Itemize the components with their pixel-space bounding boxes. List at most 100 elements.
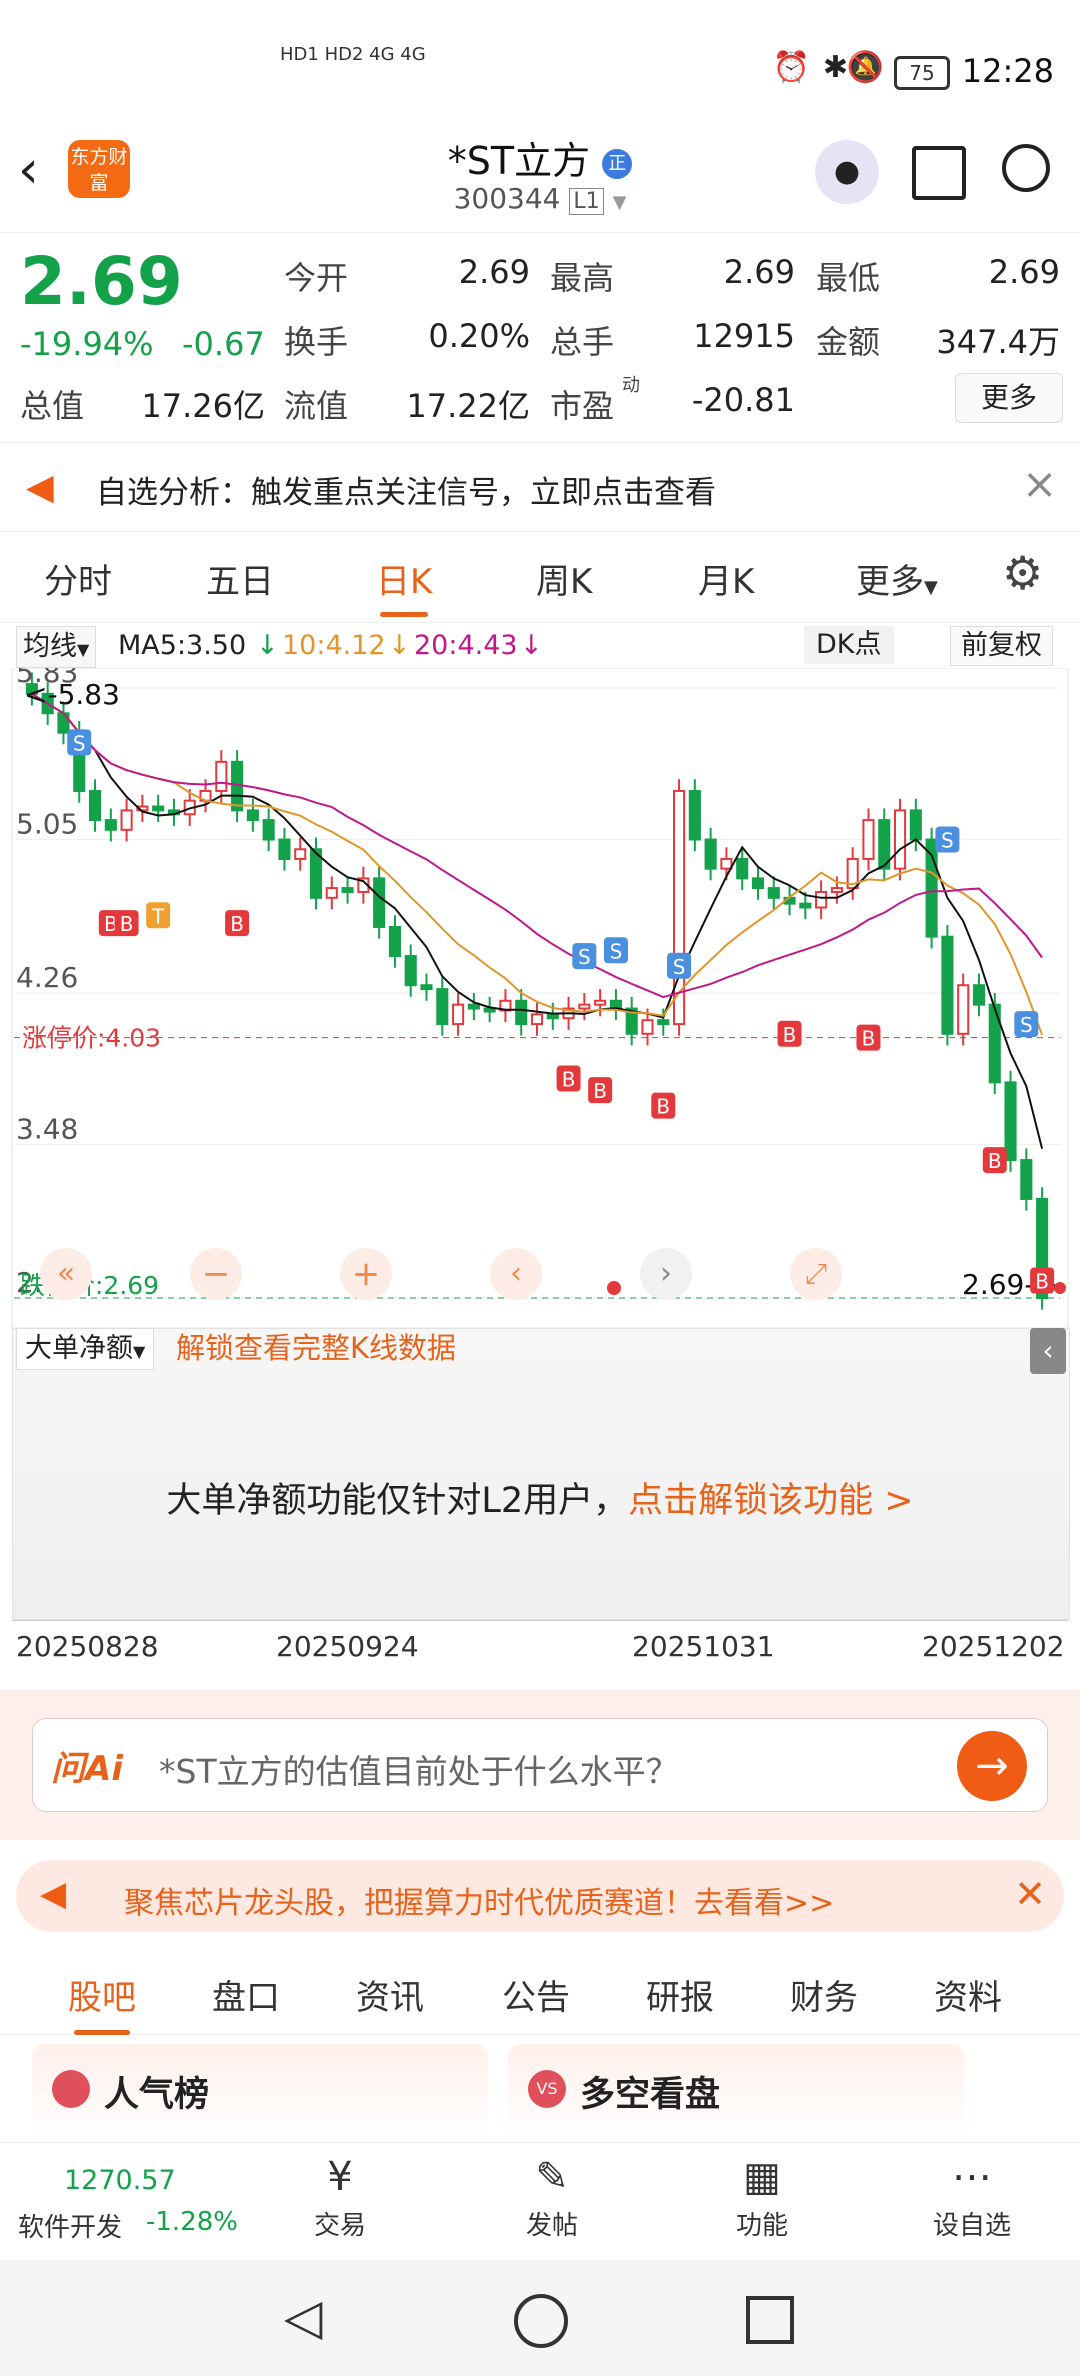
- candle-body: [815, 890, 828, 909]
- collapse-arrow-icon[interactable]: ‹: [1030, 1328, 1066, 1374]
- notice-bar[interactable]: ◀ 自选分析：触发重点关注信号，立即点击查看 ×: [0, 442, 1080, 532]
- add-watchlist-label: 设自选: [932, 2211, 1011, 2241]
- date-label: 20250924: [276, 1630, 419, 1663]
- candle-body: [767, 887, 780, 899]
- date-axis: [12, 1620, 1068, 1629]
- tab-research[interactable]: 研报: [646, 1970, 714, 2019]
- indicator-select[interactable]: 大单净额▼: [16, 1328, 155, 1370]
- dk-point-button[interactable]: DK点: [804, 626, 894, 664]
- robot-avatar-icon[interactable]: ●: [815, 140, 879, 204]
- signal-label: B: [988, 1149, 1002, 1173]
- value-market-cap: 17.26亿: [141, 387, 265, 425]
- search-icon[interactable]: [1002, 144, 1050, 192]
- candle-body: [341, 887, 354, 893]
- tab-five-day[interactable]: 五日: [206, 554, 274, 603]
- gear-icon[interactable]: ⚙: [1002, 546, 1043, 600]
- function-label: 功能: [735, 2211, 788, 2241]
- signal-label: S: [941, 829, 954, 853]
- tab-pankou[interactable]: 盘口: [212, 1970, 280, 2019]
- ma20-label: 20:4.43: [414, 630, 518, 661]
- limit-up-label: 涨停价:4.03: [22, 1024, 161, 1053]
- candlestick-chart[interactable]: 5.835.054.263.482.69涨停价:4.03跌停价:2.69<-5.…: [0, 668, 1080, 1328]
- value-amount: 347.4万: [936, 323, 1060, 361]
- candle-body: [120, 809, 133, 831]
- signal-label: S: [73, 731, 86, 755]
- tab-monthly-k[interactable]: 月K: [698, 554, 754, 603]
- edit-icon: ✎: [535, 2154, 569, 2200]
- function-button[interactable]: ▦ 功能: [692, 2149, 832, 2242]
- prev-icon[interactable]: ‹: [490, 1248, 542, 1300]
- y-tick-label: 3.48: [16, 1113, 78, 1146]
- zoom-in-icon[interactable]: +: [340, 1248, 392, 1300]
- share-icon[interactable]: [912, 146, 966, 200]
- ask-ai-input[interactable]: 问Ai *ST立方的估值目前处于什么水平？ →: [32, 1718, 1048, 1812]
- ma-select[interactable]: 均线▼: [16, 626, 97, 668]
- speaker-icon: ◀: [26, 467, 54, 508]
- signal-label: B: [656, 1095, 670, 1119]
- ma10-arrow-icon: ↓: [388, 630, 411, 661]
- y-tick-label: 4.26: [16, 961, 78, 994]
- tab-daily-k[interactable]: 日K: [376, 554, 432, 617]
- signal-label: S: [578, 945, 591, 969]
- l2-message: 大单净额功能仅针对L2用户，点击解锁该功能 >: [0, 1472, 1080, 1523]
- trade-label: 交易: [313, 2211, 366, 2241]
- close-icon[interactable]: ×: [1022, 459, 1057, 508]
- tab-intraday[interactable]: 分时: [44, 554, 112, 603]
- label-open: 今开: [284, 259, 349, 297]
- add-watchlist-button[interactable]: ⋯ 设自选: [902, 2149, 1042, 2242]
- candle-body: [515, 999, 528, 1026]
- chart-badge-icon: [52, 2070, 90, 2108]
- l2-unlock-link[interactable]: 点击解锁该功能 >: [628, 1481, 913, 1521]
- arrow-right-icon[interactable]: →: [957, 1731, 1027, 1801]
- high-marker: <-5.83: [24, 678, 120, 711]
- sector-index[interactable]: 1270.57 软件开发 -1.28%: [0, 2143, 238, 2261]
- trade-button[interactable]: ¥ 交易: [270, 2149, 410, 2242]
- tab-profile[interactable]: 资料: [934, 1970, 1002, 2019]
- adjust-button[interactable]: 前复权: [950, 626, 1053, 666]
- signal-label: B: [120, 912, 134, 936]
- tab-more[interactable]: 更多▼: [856, 554, 938, 603]
- fast-back-icon[interactable]: «: [40, 1248, 92, 1300]
- more-button[interactable]: 更多: [955, 373, 1063, 423]
- tab-weekly-k[interactable]: 周K: [536, 554, 592, 603]
- megaphone-icon: ◀: [40, 1874, 67, 1914]
- promo-banner[interactable]: ◀ 聚焦芯片龙头股，把握算力时代优质赛道！去看看>> ✕: [16, 1860, 1064, 1932]
- nav-back-icon[interactable]: ◁: [284, 2288, 322, 2346]
- candle-body: [751, 877, 765, 890]
- label-amount: 金额: [816, 323, 881, 361]
- unlock-kline-link[interactable]: 解锁查看完整K线数据: [176, 1328, 456, 1368]
- signal-label: S: [610, 939, 623, 963]
- candle-body: [909, 809, 922, 841]
- stock-code: 300344: [453, 182, 561, 215]
- close-icon[interactable]: ✕: [1014, 1872, 1046, 1916]
- next-icon[interactable]: ›: [640, 1248, 692, 1300]
- tab-news[interactable]: 资讯: [356, 1970, 424, 2019]
- candle-body: [483, 1007, 496, 1013]
- tab-finance[interactable]: 财务: [790, 1970, 858, 2019]
- candle-body: [1004, 1081, 1017, 1162]
- chart-toolbar: « − + ‹ › ⤢: [0, 1242, 1080, 1302]
- signal-label: B: [230, 912, 244, 936]
- yen-icon: ¥: [327, 2154, 353, 2200]
- nav-recents-icon[interactable]: [746, 2296, 794, 2344]
- tab-guba[interactable]: 股吧: [68, 1970, 136, 2035]
- popularity-card[interactable]: 人气榜: [32, 2044, 488, 2144]
- candle-body: [972, 984, 986, 1006]
- candle-body: [862, 819, 875, 860]
- label-high: 最高: [550, 259, 615, 297]
- nav-home-icon[interactable]: [514, 2294, 568, 2348]
- bull-bear-card[interactable]: VS 多空看盘: [508, 2044, 964, 2144]
- zoom-out-icon[interactable]: −: [190, 1248, 242, 1300]
- battery-indicator: 75: [894, 56, 950, 90]
- candle-body: [657, 1019, 670, 1026]
- tab-more-label: 更多: [856, 562, 924, 602]
- tab-announcements[interactable]: 公告: [502, 1970, 570, 2019]
- ma-select-label: 均线: [23, 631, 77, 662]
- fullscreen-icon[interactable]: ⤢: [790, 1248, 842, 1300]
- value-turnover: 0.20%: [428, 317, 530, 355]
- status-bar: HD1 HD2 4G 4G ⏰ ✱ 🔕 75 12:28: [0, 0, 1080, 120]
- post-button[interactable]: ✎ 发帖: [482, 2149, 622, 2242]
- candle-body: [1020, 1159, 1033, 1200]
- candle-body: [388, 925, 401, 958]
- date-label: 20250828: [16, 1630, 159, 1663]
